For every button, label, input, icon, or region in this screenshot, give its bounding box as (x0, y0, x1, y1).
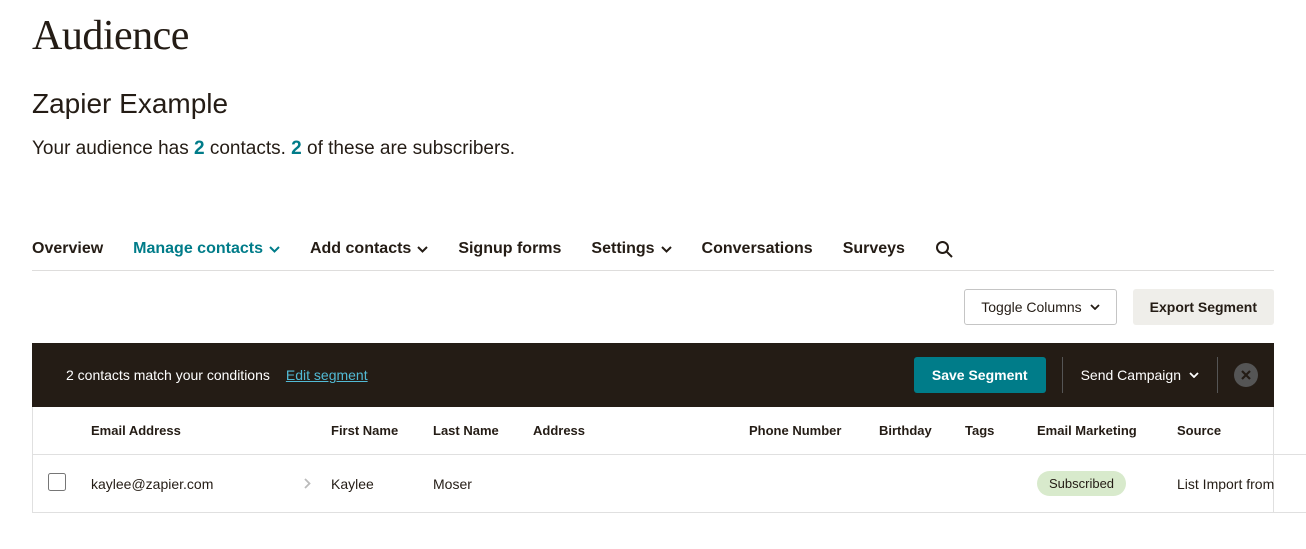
tab-settings-label: Settings (591, 240, 654, 258)
close-icon[interactable] (1234, 363, 1258, 387)
audience-name: Zapier Example (32, 88, 1274, 120)
contacts-table: Email Address First Name Last Name Addre… (33, 407, 1306, 513)
segment-bar: 2 contacts match your conditions Edit se… (32, 343, 1274, 407)
row-checkbox[interactable] (48, 473, 66, 491)
header-last-name[interactable]: Last Name (423, 407, 523, 455)
cell-phone (739, 455, 869, 513)
tab-surveys[interactable]: Surveys (843, 240, 905, 258)
toggle-columns-button[interactable]: Toggle Columns (964, 289, 1116, 325)
header-email-marketing[interactable]: Email Marketing (1027, 407, 1167, 455)
header-address[interactable]: Address (523, 407, 739, 455)
chevron-right-icon[interactable] (304, 476, 311, 492)
cell-source: List Import from (1167, 455, 1306, 513)
send-campaign-button[interactable]: Send Campaign (1062, 357, 1218, 393)
tabs-nav: Overview Manage contacts Add contacts Si… (32, 240, 1274, 271)
desc-suffix: of these are subscribers. (302, 138, 515, 159)
tab-manage-contacts-label: Manage contacts (133, 240, 263, 258)
header-email[interactable]: Email Address (81, 407, 321, 455)
segment-match-text: 2 contacts match your conditions (66, 367, 270, 383)
search-icon[interactable] (935, 240, 953, 258)
chevron-down-icon (269, 246, 280, 253)
desc-mid: contacts. (205, 138, 292, 159)
header-birthday[interactable]: Birthday (869, 407, 955, 455)
audience-description: Your audience has 2 contacts. 2 of these… (32, 138, 1274, 160)
cell-address (523, 455, 739, 513)
chevron-down-icon (417, 246, 428, 253)
export-segment-button[interactable]: Export Segment (1133, 289, 1274, 325)
cell-first-name: Kaylee (321, 455, 423, 513)
cell-birthday (869, 455, 955, 513)
table-row[interactable]: kaylee@zapier.com Kaylee Moser Subscribe… (33, 455, 1306, 513)
contacts-count[interactable]: 2 (194, 138, 205, 159)
tab-add-contacts[interactable]: Add contacts (310, 240, 428, 258)
header-tags[interactable]: Tags (955, 407, 1027, 455)
status-badge: Subscribed (1037, 471, 1126, 496)
desc-prefix: Your audience has (32, 138, 194, 159)
cell-last-name: Moser (423, 455, 523, 513)
subscribers-count[interactable]: 2 (291, 138, 302, 159)
tab-settings[interactable]: Settings (591, 240, 671, 258)
tab-overview[interactable]: Overview (32, 240, 103, 258)
toggle-columns-label: Toggle Columns (981, 299, 1081, 315)
tab-signup-forms[interactable]: Signup forms (458, 240, 561, 258)
header-first-name[interactable]: First Name (321, 407, 423, 455)
cell-email[interactable]: kaylee@zapier.com (91, 476, 213, 492)
page-title: Audience (32, 12, 1274, 60)
save-segment-button[interactable]: Save Segment (914, 357, 1046, 393)
chevron-down-icon (1189, 372, 1199, 378)
tab-add-contacts-label: Add contacts (310, 240, 411, 258)
chevron-down-icon (661, 246, 672, 253)
send-campaign-label: Send Campaign (1081, 367, 1181, 383)
edit-segment-link[interactable]: Edit segment (286, 367, 368, 383)
header-phone[interactable]: Phone Number (739, 407, 869, 455)
cell-tags (955, 455, 1027, 513)
select-all-header (33, 407, 81, 455)
tab-conversations[interactable]: Conversations (702, 240, 813, 258)
toolbar: Toggle Columns Export Segment (32, 271, 1274, 343)
header-source[interactable]: Source (1167, 407, 1306, 455)
chevron-down-icon (1090, 304, 1100, 310)
tab-manage-contacts[interactable]: Manage contacts (133, 240, 280, 258)
